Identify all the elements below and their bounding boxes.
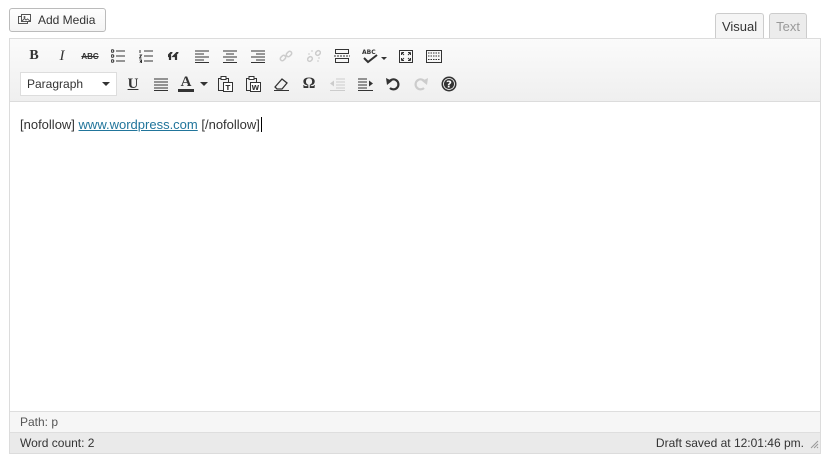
chevron-down-icon xyxy=(102,82,110,86)
help-icon: ? xyxy=(441,76,457,92)
paste-word-icon: W xyxy=(245,76,261,92)
svg-text:ABC: ABC xyxy=(362,49,376,56)
editor-toolbar: B I ABC ABC Paragraph U A T W Ω ? xyxy=(10,39,820,102)
omega-icon: Ω xyxy=(302,75,316,92)
paste-word-button[interactable]: W xyxy=(239,72,267,96)
link-icon xyxy=(279,50,293,62)
media-icon xyxy=(18,14,32,26)
editor-content[interactable]: [nofollow] www.wordpress.com [/nofollow] xyxy=(10,102,820,411)
toolbar-row-2: Paragraph U A T W Ω ? xyxy=(20,72,463,96)
numbered-list-button[interactable] xyxy=(132,44,160,68)
blockquote-button[interactable] xyxy=(160,44,188,68)
undo-icon xyxy=(386,78,400,91)
align-right-button[interactable] xyxy=(244,44,272,68)
undo-button[interactable] xyxy=(379,72,407,96)
align-left-button[interactable] xyxy=(188,44,216,68)
content-text-before: [nofollow] xyxy=(20,117,79,132)
blockquote-icon xyxy=(168,52,179,60)
underline-button[interactable]: U xyxy=(119,72,147,96)
indent-button[interactable] xyxy=(351,72,379,96)
help-button[interactable]: ? xyxy=(435,72,463,96)
strikethrough-icon: ABC xyxy=(81,51,99,61)
fullscreen-icon xyxy=(399,49,413,63)
align-center-button[interactable] xyxy=(216,44,244,68)
align-right-icon xyxy=(251,50,265,63)
status-bar: Word count: 2 Draft saved at 12:01:46 pm… xyxy=(10,432,820,453)
redo-button[interactable] xyxy=(407,72,435,96)
toolbar-toggle-button[interactable] xyxy=(420,44,448,68)
italic-icon: I xyxy=(59,47,65,64)
clear-formatting-button[interactable] xyxy=(267,72,295,96)
add-media-button[interactable]: Add Media xyxy=(9,8,106,32)
toolbar-row-1: B I ABC ABC xyxy=(20,44,448,68)
svg-text:T: T xyxy=(225,84,230,92)
tab-text[interactable]: Text xyxy=(769,13,807,39)
paste-text-button[interactable]: T xyxy=(211,72,239,96)
justify-button[interactable] xyxy=(147,72,175,96)
align-left-icon xyxy=(195,50,209,63)
chevron-down-icon xyxy=(200,82,208,86)
bold-button[interactable]: B xyxy=(20,44,48,68)
text-color-icon: A xyxy=(178,75,194,92)
strikethrough-button[interactable]: ABC xyxy=(76,44,104,68)
content-text-after: [/nofollow] xyxy=(197,117,260,132)
numbered-list-icon xyxy=(139,50,153,63)
fullscreen-button[interactable] xyxy=(392,44,420,68)
tab-visual[interactable]: Visual xyxy=(714,13,765,40)
indent-icon xyxy=(357,78,373,91)
path-bar: Path: p xyxy=(10,411,820,432)
special-character-button[interactable]: Ω xyxy=(295,72,323,96)
bullet-list-icon xyxy=(111,49,125,63)
editor: B I ABC ABC Paragraph U A T W Ω ? [nofol… xyxy=(9,38,821,454)
path-label: Path: p xyxy=(20,415,59,429)
spellcheck-icon: ABC xyxy=(362,49,387,64)
resize-handle-icon[interactable] xyxy=(810,438,819,452)
svg-text:?: ? xyxy=(446,80,452,91)
unlink-icon xyxy=(307,49,321,63)
outdent-button[interactable] xyxy=(323,72,351,96)
editor-tabs: Visual Text xyxy=(714,13,807,40)
redo-icon xyxy=(414,78,428,91)
italic-button[interactable]: I xyxy=(48,44,76,68)
paste-text-icon: T xyxy=(217,76,233,92)
outdent-icon xyxy=(329,78,345,91)
text-cursor xyxy=(260,117,262,132)
bullet-list-button[interactable] xyxy=(104,44,132,68)
draft-status: Draft saved at 12:01:46 pm. xyxy=(655,436,804,450)
underline-icon: U xyxy=(127,75,139,92)
content-link[interactable]: www.wordpress.com xyxy=(79,117,198,132)
format-select[interactable]: Paragraph xyxy=(20,72,117,96)
kitchen-sink-icon xyxy=(426,49,442,63)
svg-text:W: W xyxy=(251,84,259,92)
add-media-label: Add Media xyxy=(38,13,96,27)
format-select-value: Paragraph xyxy=(27,77,84,91)
spellcheck-button[interactable]: ABC xyxy=(356,44,392,68)
insert-link-button[interactable] xyxy=(272,44,300,68)
eraser-icon xyxy=(273,78,289,91)
word-count: Word count: 2 xyxy=(20,436,95,450)
unlink-button[interactable] xyxy=(300,44,328,68)
align-justify-icon xyxy=(154,78,168,91)
bold-icon: B xyxy=(29,48,39,63)
align-center-icon xyxy=(223,50,237,63)
text-color-button[interactable]: A xyxy=(175,72,211,96)
insert-more-button[interactable] xyxy=(328,44,356,68)
read-more-icon xyxy=(334,49,350,63)
